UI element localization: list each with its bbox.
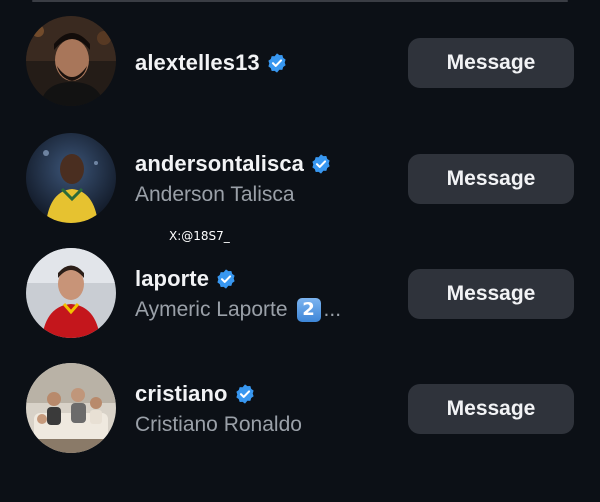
user-row-alextelles13[interactable]: alextelles13 Message [0, 14, 600, 114]
username-line: cristiano [135, 381, 256, 407]
top-divider [32, 0, 568, 2]
avatar[interactable] [26, 363, 116, 453]
watermark-text: X:@18S7_ [169, 229, 230, 243]
verified-badge-icon [215, 268, 237, 290]
user-text-block: alextelles13 [135, 14, 395, 114]
verified-badge-icon [310, 153, 332, 175]
username[interactable]: alextelles13 [135, 50, 260, 76]
username-line: andersontalisca [135, 151, 332, 177]
keycap-two-emoji-icon: 2 [296, 298, 321, 322]
user-row-laporte[interactable]: laporte Aymeric Laporte 2 ... Message [0, 245, 600, 345]
user-text-block: cristiano Cristiano Ronaldo [135, 360, 395, 460]
message-button[interactable]: Message [408, 38, 574, 88]
username[interactable]: andersontalisca [135, 151, 304, 177]
full-name-text: Anderson Talisca [135, 183, 295, 206]
full-name: Aymeric Laporte 2 ... [135, 298, 341, 322]
message-button[interactable]: Message [408, 154, 574, 204]
full-name-ellipsis: ... [323, 298, 342, 321]
full-name: Anderson Talisca [135, 183, 295, 207]
username[interactable]: cristiano [135, 381, 228, 407]
username-line: laporte [135, 266, 237, 292]
user-row-cristiano[interactable]: cristiano Cristiano Ronaldo Message [0, 360, 600, 460]
full-name: Cristiano Ronaldo [135, 413, 302, 437]
username[interactable]: laporte [135, 266, 209, 292]
following-list-screen: alextelles13 Message andersontalisca And… [0, 0, 600, 502]
avatar-photo [26, 16, 116, 106]
message-button[interactable]: Message [408, 384, 574, 434]
avatar[interactable] [26, 248, 116, 338]
avatar-photo [26, 248, 116, 338]
verified-badge-icon [234, 383, 256, 405]
user-row-andersontalisca[interactable]: andersontalisca Anderson Talisca Message [0, 130, 600, 230]
message-button[interactable]: Message [408, 269, 574, 319]
full-name-text: Aymeric Laporte [135, 298, 288, 321]
avatar[interactable] [26, 133, 116, 223]
avatar-photo [26, 363, 116, 453]
avatar[interactable] [26, 16, 116, 106]
user-text-block: laporte Aymeric Laporte 2 ... [135, 245, 395, 345]
avatar-photo [26, 133, 116, 223]
username-line: alextelles13 [135, 50, 288, 76]
user-text-block: andersontalisca Anderson Talisca [135, 130, 395, 230]
full-name-text: Cristiano Ronaldo [135, 413, 302, 436]
verified-badge-icon [266, 52, 288, 74]
